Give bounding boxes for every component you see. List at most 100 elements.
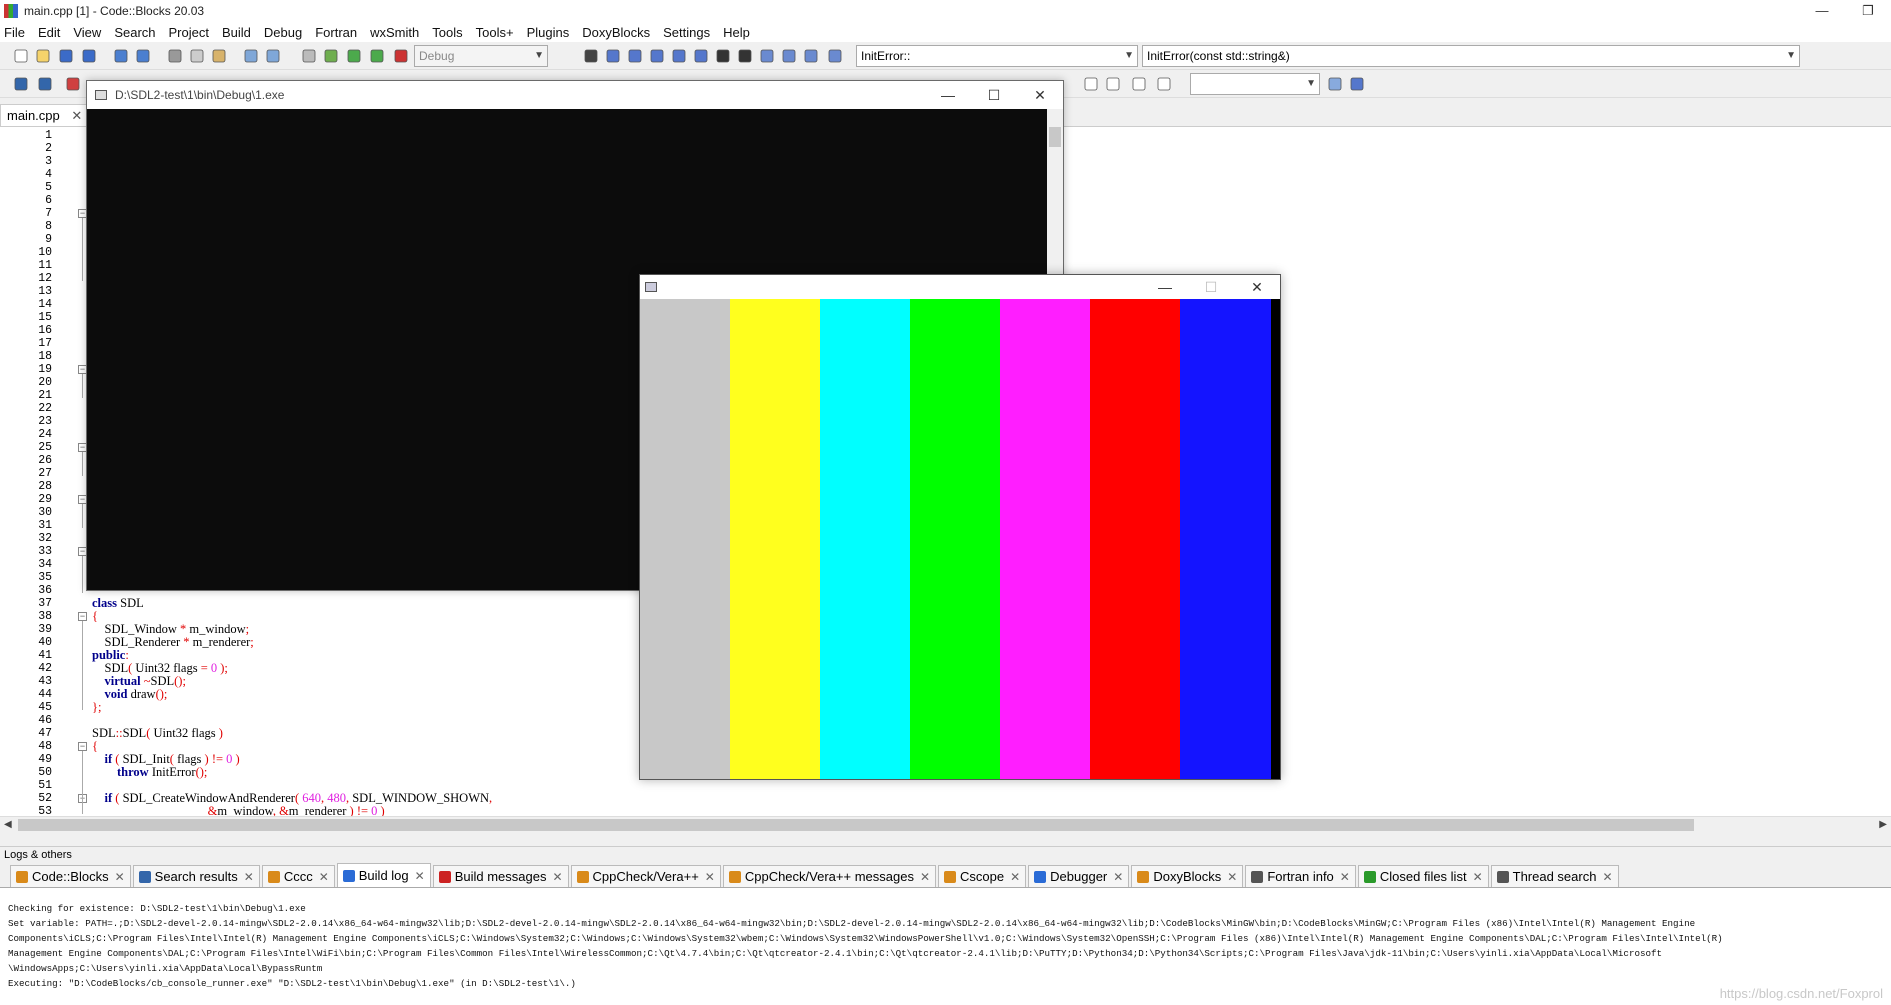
menu-doxyblocks[interactable]: DoxyBlocks bbox=[582, 25, 650, 40]
close-icon[interactable]: ✕ bbox=[1473, 867, 1483, 887]
close-icon[interactable]: ✕ bbox=[71, 108, 82, 123]
log-tab-cppcheck-vera-messages[interactable]: CppCheck/Vera++ messages ✕ bbox=[722, 865, 937, 887]
log-tab-fortran-info[interactable]: Fortran info ✕ bbox=[1245, 865, 1356, 887]
menu-project[interactable]: Project bbox=[169, 25, 209, 40]
log-tab-cccc[interactable]: Cccc ✕ bbox=[261, 865, 335, 887]
console-minimize-button[interactable]: — bbox=[925, 81, 971, 109]
find-icon[interactable] bbox=[242, 47, 260, 65]
menu-tools[interactable]: Tools bbox=[432, 25, 462, 40]
debug-run-icon[interactable] bbox=[582, 47, 600, 65]
code-line[interactable]: }; bbox=[92, 701, 101, 714]
sdl-close-button[interactable]: ✕ bbox=[1234, 275, 1280, 299]
close-icon[interactable]: ✕ bbox=[1113, 867, 1123, 887]
run-icon[interactable] bbox=[345, 47, 363, 65]
bookmark-icon[interactable] bbox=[64, 75, 82, 93]
log-tab-debugger[interactable]: Debugger ✕ bbox=[1028, 865, 1130, 887]
close-icon[interactable]: ✕ bbox=[319, 867, 329, 887]
info-2-icon[interactable] bbox=[802, 47, 820, 65]
menu-debug[interactable]: Debug bbox=[264, 25, 302, 40]
build-run-icon[interactable] bbox=[368, 47, 386, 65]
back-icon[interactable] bbox=[12, 75, 30, 93]
rebuild-icon[interactable] bbox=[392, 47, 410, 65]
settings-icon[interactable] bbox=[300, 47, 318, 65]
function-select[interactable]: InitError(const std::string&) ▼ bbox=[1142, 45, 1800, 67]
paste-icon[interactable] bbox=[210, 47, 228, 65]
next-instruction-icon[interactable] bbox=[670, 47, 688, 65]
menu-edit[interactable]: Edit bbox=[38, 25, 60, 40]
fold-toggle-icon[interactable]: − bbox=[78, 612, 87, 621]
log-tab-build-log[interactable]: Build log ✕ bbox=[336, 863, 431, 887]
menu-search[interactable]: Search bbox=[114, 25, 155, 40]
stop-icon[interactable] bbox=[736, 47, 754, 65]
scope-select[interactable]: InitError:: ▼ bbox=[856, 45, 1138, 67]
close-icon[interactable]: ✕ bbox=[244, 867, 254, 887]
close-icon[interactable]: ✕ bbox=[920, 867, 930, 887]
zoom-out-icon[interactable] bbox=[1104, 75, 1122, 93]
log-tab-closed-files-list[interactable]: Closed files list ✕ bbox=[1357, 865, 1489, 887]
copy-icon[interactable] bbox=[188, 47, 206, 65]
close-icon[interactable]: ✕ bbox=[552, 867, 562, 887]
undo-icon[interactable] bbox=[112, 47, 130, 65]
console-title-bar[interactable]: D:\SDL2-test\1\bin\Debug\1.exe — ☐ ✕ bbox=[87, 81, 1063, 109]
s-bold-icon[interactable] bbox=[1130, 75, 1148, 93]
editor-tab-main-cpp[interactable]: main.cpp ✕ bbox=[0, 104, 90, 126]
zoom-in-icon[interactable] bbox=[1082, 75, 1100, 93]
close-icon[interactable]: ✕ bbox=[1602, 867, 1612, 887]
jump-icon[interactable] bbox=[826, 47, 844, 65]
search-combo[interactable]: ▼ bbox=[1190, 73, 1320, 95]
log-tab-cscope[interactable]: Cscope ✕ bbox=[938, 865, 1027, 887]
break-icon[interactable] bbox=[692, 47, 710, 65]
scrollbar-thumb[interactable] bbox=[1049, 127, 1061, 147]
code-line[interactable]: class SDL bbox=[92, 597, 144, 610]
save-all-icon[interactable] bbox=[80, 47, 98, 65]
console-maximize-button[interactable]: ☐ bbox=[971, 81, 1017, 109]
close-icon[interactable]: ✕ bbox=[1010, 867, 1020, 887]
open-icon[interactable] bbox=[34, 47, 52, 65]
fold-toggle-icon[interactable]: − bbox=[78, 742, 87, 751]
sdl-window[interactable]: — ☐ ✕ bbox=[639, 274, 1281, 780]
close-icon[interactable]: ✕ bbox=[115, 867, 125, 887]
code-line[interactable]: throw InitError(); bbox=[92, 766, 207, 779]
editor-horizontal-scrollbar[interactable]: ◀ ▶ bbox=[0, 816, 1891, 832]
forward-icon[interactable] bbox=[36, 75, 54, 93]
menu-file[interactable]: File bbox=[4, 25, 25, 40]
info-icon[interactable] bbox=[780, 47, 798, 65]
save-icon[interactable] bbox=[57, 47, 75, 65]
close-icon[interactable]: ✕ bbox=[1340, 867, 1350, 887]
c-bold-icon[interactable] bbox=[1155, 75, 1173, 93]
build-log-output[interactable]: Checking for existence: D:\SDL2-test\1\b… bbox=[0, 888, 1891, 1005]
redo-icon[interactable] bbox=[134, 47, 152, 65]
menu-tools-[interactable]: Tools+ bbox=[476, 25, 514, 40]
restore-button[interactable]: ❐ bbox=[1845, 0, 1891, 22]
log-tab-build-messages[interactable]: Build messages ✕ bbox=[432, 865, 569, 887]
close-icon[interactable]: ✕ bbox=[1227, 867, 1237, 887]
scroll-left-icon[interactable]: ◀ bbox=[4, 817, 12, 833]
replace-icon[interactable] bbox=[264, 47, 282, 65]
menu-view[interactable]: View bbox=[73, 25, 101, 40]
log-tab-search-results[interactable]: Search results ✕ bbox=[132, 865, 260, 887]
pause-icon[interactable] bbox=[714, 47, 732, 65]
console-close-button[interactable]: ✕ bbox=[1017, 81, 1063, 109]
menu-build[interactable]: Build bbox=[222, 25, 251, 40]
log-tab-code-blocks[interactable]: Code::Blocks ✕ bbox=[10, 865, 131, 887]
code-line[interactable]: SDL::SDL( Uint32 flags ) bbox=[92, 727, 223, 740]
build-target-select[interactable]: Debug ▼ bbox=[414, 45, 548, 67]
step-into-icon[interactable] bbox=[626, 47, 644, 65]
search-icon[interactable] bbox=[1326, 75, 1344, 93]
menu-fortran[interactable]: Fortran bbox=[315, 25, 357, 40]
minimize-button[interactable]: — bbox=[1799, 0, 1845, 22]
build-icon[interactable] bbox=[322, 47, 340, 65]
step-out-icon[interactable] bbox=[648, 47, 666, 65]
wrench-icon[interactable] bbox=[1348, 75, 1366, 93]
menu-wxsmith[interactable]: wxSmith bbox=[370, 25, 419, 40]
code-line[interactable]: void draw(); bbox=[92, 688, 168, 701]
close-icon[interactable]: ✕ bbox=[415, 866, 425, 886]
debug-window-icon[interactable] bbox=[758, 47, 776, 65]
log-tab-cppcheck-vera-[interactable]: CppCheck/Vera++ ✕ bbox=[570, 865, 721, 887]
cut-icon[interactable] bbox=[166, 47, 184, 65]
step-over-icon[interactable] bbox=[604, 47, 622, 65]
scrollbar-thumb[interactable] bbox=[18, 819, 1694, 831]
log-tab-doxyblocks[interactable]: DoxyBlocks ✕ bbox=[1131, 865, 1244, 887]
new-file-icon[interactable] bbox=[12, 47, 30, 65]
sdl-title-bar[interactable]: — ☐ ✕ bbox=[640, 275, 1280, 299]
